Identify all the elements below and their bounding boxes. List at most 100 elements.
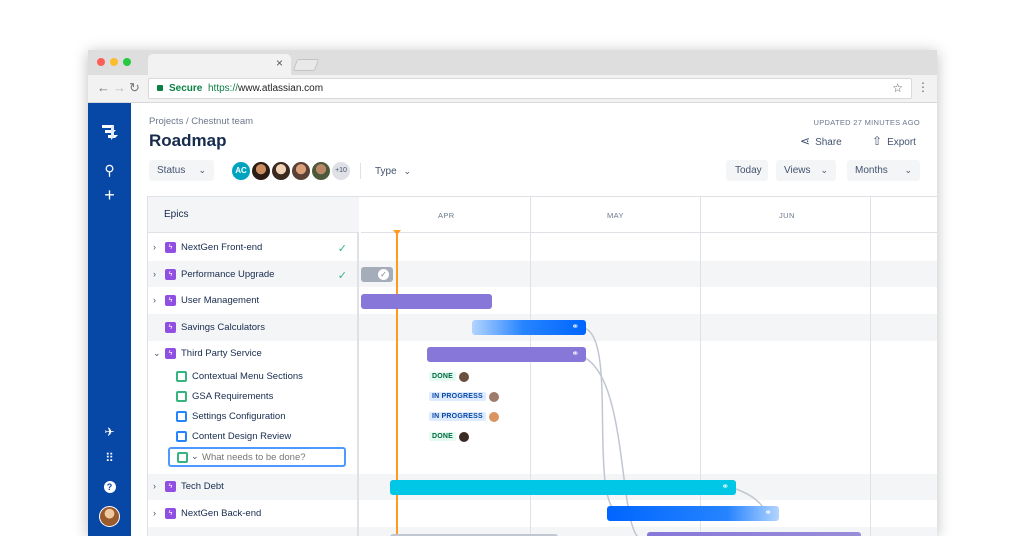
avatar[interactable] xyxy=(250,160,272,182)
status-badge-done: DONE xyxy=(429,372,457,381)
chevron-right-icon[interactable]: › xyxy=(153,508,156,518)
minimize-window-dot[interactable] xyxy=(110,58,118,66)
tab-close-icon[interactable]: × xyxy=(276,56,283,70)
avatar-ac[interactable]: AC xyxy=(230,160,252,182)
views-button[interactable]: Views ⌄ xyxy=(776,160,836,181)
avatar[interactable] xyxy=(270,160,292,182)
close-window-dot[interactable] xyxy=(97,58,105,66)
user-avatar[interactable] xyxy=(99,506,120,527)
share-icon: ⋖ xyxy=(800,134,811,148)
forward-icon[interactable]: → xyxy=(113,80,126,95)
epic-bar-savings-calculators[interactable]: ⚭ xyxy=(472,320,586,335)
chevron-down-icon[interactable]: ⌄ xyxy=(153,348,161,359)
task-icon xyxy=(176,431,187,442)
share-label: Share xyxy=(815,137,842,148)
epic-bar-partial[interactable] xyxy=(647,532,861,536)
subtask-label: Content Design Review xyxy=(192,431,292,442)
epic-bar-performance-upgrade[interactable]: ✓ xyxy=(361,267,393,282)
today-label: Today xyxy=(735,165,762,176)
link-icon: ⚭ xyxy=(764,507,772,517)
browser-tab[interactable]: × xyxy=(148,54,291,75)
export-button[interactable]: ⇧ Export xyxy=(872,134,916,148)
toolbar-divider xyxy=(360,163,361,179)
epic-icon: ϟ xyxy=(165,348,176,359)
epic-label: Performance Upgrade xyxy=(181,269,275,280)
subtask-label: GSA Requirements xyxy=(192,391,274,402)
epic-icon: ϟ xyxy=(165,242,176,253)
task-icon xyxy=(176,411,187,422)
share-button[interactable]: ⋖ Share xyxy=(800,134,842,148)
new-task-input[interactable] xyxy=(202,451,342,464)
browser-toolbar: ← → ↻ Secure https://www.atlassian.com ☆… xyxy=(88,75,937,103)
epic-label: User Management xyxy=(181,295,260,306)
views-label: Views xyxy=(784,165,811,176)
url-host: www.atlassian.com xyxy=(238,83,324,94)
story-icon xyxy=(177,452,188,463)
link-icon: ⚭ xyxy=(571,348,579,358)
status-filter-button[interactable]: Status ⌄ xyxy=(149,160,214,181)
address-bar[interactable]: Secure https://www.atlassian.com ☆ xyxy=(148,78,912,99)
epic-bar-tech-debt[interactable]: ⚭ xyxy=(390,480,736,495)
check-circle-icon: ✓ xyxy=(378,269,389,280)
bookmark-star-icon[interactable]: ☆ xyxy=(892,79,903,98)
browser-window: × ← → ↻ Secure https://www.atlassian.com… xyxy=(88,50,937,536)
chevron-right-icon[interactable]: › xyxy=(153,481,156,491)
epic-label: Third Party Service xyxy=(181,348,262,359)
secure-label: Secure xyxy=(169,83,203,94)
epic-bar-nextgen-back-end[interactable]: ⚭ xyxy=(607,506,779,521)
chevron-down-icon[interactable]: ⌄ xyxy=(191,451,199,462)
epic-icon: ϟ xyxy=(165,481,176,492)
epic-label: Tech Debt xyxy=(181,481,224,492)
chevron-down-icon: ⌄ xyxy=(820,165,828,175)
story-icon xyxy=(176,391,187,402)
chevron-down-icon: ⌄ xyxy=(198,165,206,175)
story-icon xyxy=(176,371,187,382)
check-icon: ✓ xyxy=(337,270,347,282)
epic-bar-user-management[interactable] xyxy=(361,294,492,309)
more-assignees-badge[interactable]: +10 xyxy=(330,160,352,182)
breadcrumb[interactable]: Projects / Chestnut team xyxy=(149,116,253,127)
type-filter-label: Type xyxy=(375,166,397,177)
browser-menu-icon[interactable]: ⋮ xyxy=(917,80,929,94)
link-icon: ⚭ xyxy=(721,481,729,491)
global-sidebar: ⚲ + ✈ ⠿ ? xyxy=(88,103,131,536)
new-tab-button[interactable] xyxy=(292,59,320,71)
lock-icon xyxy=(157,85,163,91)
status-badge-in-progress: IN PROGRESS xyxy=(429,392,486,401)
reload-icon[interactable]: ↻ xyxy=(129,80,140,96)
avatar[interactable] xyxy=(290,160,312,182)
chevron-right-icon[interactable]: › xyxy=(153,242,156,252)
epic-label: NextGen Front-end xyxy=(181,242,263,253)
status-filter-label: Status xyxy=(157,165,186,176)
months-label: Months xyxy=(855,165,888,176)
create-plus-icon[interactable]: + xyxy=(88,185,131,206)
app-switcher-icon[interactable]: ⠿ xyxy=(88,451,131,465)
epic-bar-third-party-service[interactable]: ⚭ xyxy=(427,347,586,362)
status-badge-in-progress: IN PROGRESS xyxy=(429,412,486,421)
rocket-icon[interactable]: ✈ xyxy=(88,425,131,439)
url-scheme: https:// xyxy=(208,83,239,94)
maximize-window-dot[interactable] xyxy=(123,58,131,66)
assignee-avatar xyxy=(489,392,499,402)
new-task-field[interactable]: ⌄ xyxy=(168,447,346,467)
epic-icon: ϟ xyxy=(165,322,176,333)
roadmap-grid: APR MAY JUN Epics › ϟ NextGen Front-end … xyxy=(147,196,937,536)
months-button[interactable]: Months ⌄ xyxy=(847,160,920,181)
type-filter-button[interactable]: Type ⌄ xyxy=(375,166,411,177)
export-icon: ⇧ xyxy=(872,134,883,148)
today-button[interactable]: Today xyxy=(726,160,768,181)
chevron-right-icon[interactable]: › xyxy=(153,269,156,279)
avatar[interactable] xyxy=(310,160,332,182)
chevron-right-icon[interactable]: › xyxy=(153,295,156,305)
epic-icon: ϟ xyxy=(165,269,176,280)
assignee-avatar xyxy=(459,372,469,382)
epic-label: NextGen Back-end xyxy=(181,508,262,519)
check-icon: ✓ xyxy=(337,243,347,255)
chevron-down-icon: ⌄ xyxy=(904,165,912,175)
jira-logo-icon[interactable] xyxy=(99,121,121,143)
help-icon[interactable]: ? xyxy=(88,477,131,493)
page-title: Roadmap xyxy=(149,131,227,150)
back-icon[interactable]: ← xyxy=(97,80,110,95)
url-text: https://www.atlassian.com xyxy=(208,79,323,98)
search-icon[interactable]: ⚲ xyxy=(88,162,131,179)
